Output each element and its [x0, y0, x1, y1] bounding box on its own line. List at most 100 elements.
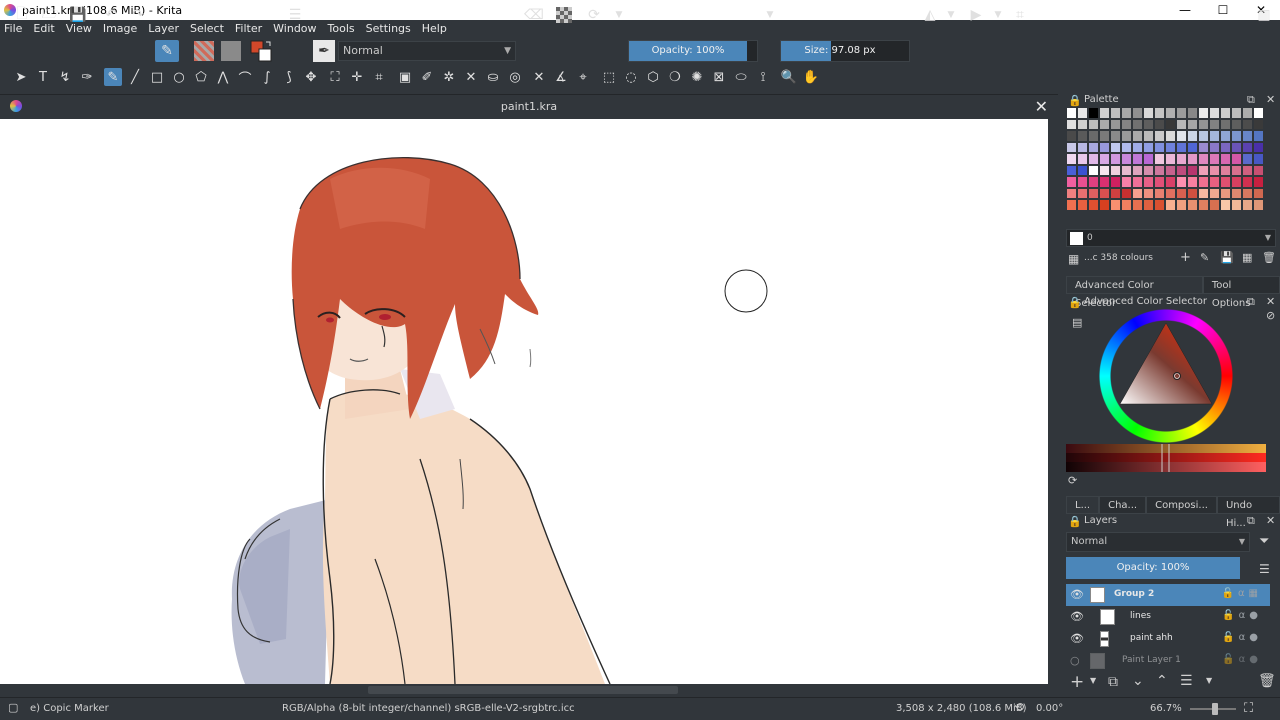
transform-tool-icon[interactable]: ⛶ [326, 68, 344, 86]
fit-view-icon[interactable]: ⛶ [1244, 701, 1253, 716]
palette-view-icon[interactable]: ▦ [1242, 251, 1252, 264]
palette-swatch[interactable] [1121, 176, 1132, 188]
palette-swatch[interactable] [1220, 130, 1231, 142]
move-tool-icon[interactable]: ✛ [348, 68, 366, 86]
palette-swatch[interactable] [1231, 141, 1242, 153]
palette-swatch[interactable] [1165, 164, 1176, 176]
pan-tool-icon[interactable]: ✋ [802, 68, 820, 86]
palette-swatch[interactable] [1242, 107, 1253, 119]
palette-current-entry[interactable]: 0 ▼ [1066, 229, 1276, 247]
palette-swatch[interactable] [1253, 187, 1264, 199]
palette-swatch[interactable] [1121, 141, 1132, 153]
palette-swatch[interactable] [1099, 199, 1110, 211]
ellipse-tool-icon[interactable]: ○ [170, 68, 188, 86]
palette-swatch[interactable] [1176, 118, 1187, 130]
menu-filter[interactable]: Filter [235, 22, 262, 35]
mirror-vertical-icon[interactable]: ▶ [968, 7, 984, 23]
palette-swatch[interactable] [1066, 199, 1077, 211]
palette-swatch[interactable] [1110, 153, 1121, 165]
palette-swatch[interactable] [1077, 187, 1088, 199]
palette-swatch[interactable] [1176, 107, 1187, 119]
palette-swatch[interactable] [1110, 187, 1121, 199]
palette-swatch[interactable] [1077, 141, 1088, 153]
palette-swatch[interactable] [1066, 176, 1077, 188]
palette-swatch[interactable] [1165, 187, 1176, 199]
palette-swatch[interactable] [1231, 164, 1242, 176]
palette-swatch[interactable] [1099, 130, 1110, 142]
visibility-eye-icon[interactable]: 👁 [1070, 632, 1084, 645]
chevron-down-icon[interactable]: ▼ [611, 7, 627, 23]
palette-swatch[interactable] [1209, 130, 1220, 142]
palette-swatch[interactable] [1220, 176, 1231, 188]
palette-swatch[interactable] [1099, 141, 1110, 153]
palette-swatch[interactable] [1077, 107, 1088, 119]
palette-swatch[interactable] [1209, 107, 1220, 119]
color-selector-settings-icon[interactable]: ▤ [1072, 316, 1082, 329]
palette-swatch[interactable] [1088, 199, 1099, 211]
palette-swatch[interactable] [1253, 199, 1264, 211]
zoom-tool-icon[interactable]: 🔍 [780, 68, 798, 86]
layer-row-lines[interactable]: 👁 lines 🔓α● [1066, 606, 1270, 628]
tab-advanced-color-selector[interactable]: Advanced Color Selector [1066, 276, 1203, 309]
palette-swatch[interactable] [1099, 118, 1110, 130]
tab-undo-history[interactable]: Undo Hi... [1216, 496, 1280, 529]
palette-swatch[interactable] [1198, 118, 1209, 130]
brush-editor-icon[interactable]: ✎ [155, 40, 179, 62]
palette-swatch[interactable] [1143, 199, 1154, 211]
tab-compositions[interactable]: Composi... [1146, 496, 1217, 514]
palette-swatch[interactable] [1198, 153, 1209, 165]
palette-swatch[interactable] [1088, 164, 1099, 176]
menu-image[interactable]: Image [103, 22, 137, 35]
gradient-swatch-icon[interactable] [194, 41, 214, 61]
palette-swatch[interactable] [1154, 153, 1165, 165]
palette-swatch[interactable] [1187, 153, 1198, 165]
mirror-horizontal-icon[interactable]: ◭ [922, 7, 938, 23]
multibrush-tool-icon[interactable]: ✥ [302, 68, 320, 86]
lock-icon[interactable]: 🔒 [1068, 296, 1082, 309]
fill-assistant-tool-icon[interactable]: ✕ [462, 68, 480, 86]
palette-swatch[interactable] [1209, 141, 1220, 153]
palette-swatch[interactable] [1143, 164, 1154, 176]
dynamic-brush-tool-icon[interactable]: ⟆ [280, 68, 298, 86]
menu-view[interactable]: View [66, 22, 92, 35]
palette-swatch[interactable] [1165, 130, 1176, 142]
layer-row-paint-ahh[interactable]: 👁 paint ahh 🔓α● [1066, 628, 1270, 650]
palette-swatch[interactable] [1231, 107, 1242, 119]
visibility-eye-icon[interactable]: 👁 [1070, 588, 1084, 601]
bezier-select-tool-icon[interactable]: ⬭ [732, 68, 750, 86]
palette-swatch[interactable] [1121, 199, 1132, 211]
palette-swatch[interactable] [1253, 141, 1264, 153]
eraser-icon[interactable]: ⌫ [524, 7, 544, 23]
new-document-icon[interactable]: 🗋 [14, 6, 30, 23]
similar-select-tool-icon[interactable]: ⊠ [710, 68, 728, 86]
palette-swatch[interactable] [1231, 187, 1242, 199]
palette-swatch[interactable] [1242, 187, 1253, 199]
palette-swatch[interactable] [1187, 130, 1198, 142]
palette-swatch[interactable] [1132, 153, 1143, 165]
palette-swatch[interactable] [1110, 176, 1121, 188]
layer-flags-icon[interactable]: 🔓α● [1222, 610, 1262, 621]
palette-swatch-grid[interactable] [1066, 107, 1266, 227]
palette-swatch[interactable] [1132, 107, 1143, 119]
float-docker-icon[interactable]: ⧉ [1247, 514, 1255, 528]
line-tool-icon[interactable]: ╱ [126, 68, 144, 86]
palette-swatch[interactable] [1187, 176, 1198, 188]
menu-window[interactable]: Window [273, 22, 316, 35]
hidden-eye-icon[interactable]: ○ [1070, 654, 1080, 667]
measure-tool-icon[interactable]: ∡ [552, 68, 570, 86]
freehand-brush-tool-icon[interactable]: ✎ [104, 68, 122, 86]
palette-swatch[interactable] [1187, 141, 1198, 153]
palette-swatch[interactable] [1220, 153, 1231, 165]
palette-swatch[interactable] [1198, 141, 1209, 153]
palette-swatch[interactable] [1253, 153, 1264, 165]
drawing-canvas[interactable] [0, 119, 1048, 684]
rectangle-tool-icon[interactable]: □ [148, 68, 166, 86]
palette-swatch[interactable] [1187, 107, 1198, 119]
polygon-select-tool-icon[interactable]: ⬡ [644, 68, 662, 86]
palette-swatch[interactable] [1242, 199, 1253, 211]
palette-swatch[interactable] [1077, 199, 1088, 211]
palette-swatch[interactable] [1077, 153, 1088, 165]
move-layer-down-icon[interactable]: ⌄ [1132, 673, 1144, 689]
palette-swatch[interactable] [1088, 176, 1099, 188]
palette-swatch[interactable] [1165, 176, 1176, 188]
